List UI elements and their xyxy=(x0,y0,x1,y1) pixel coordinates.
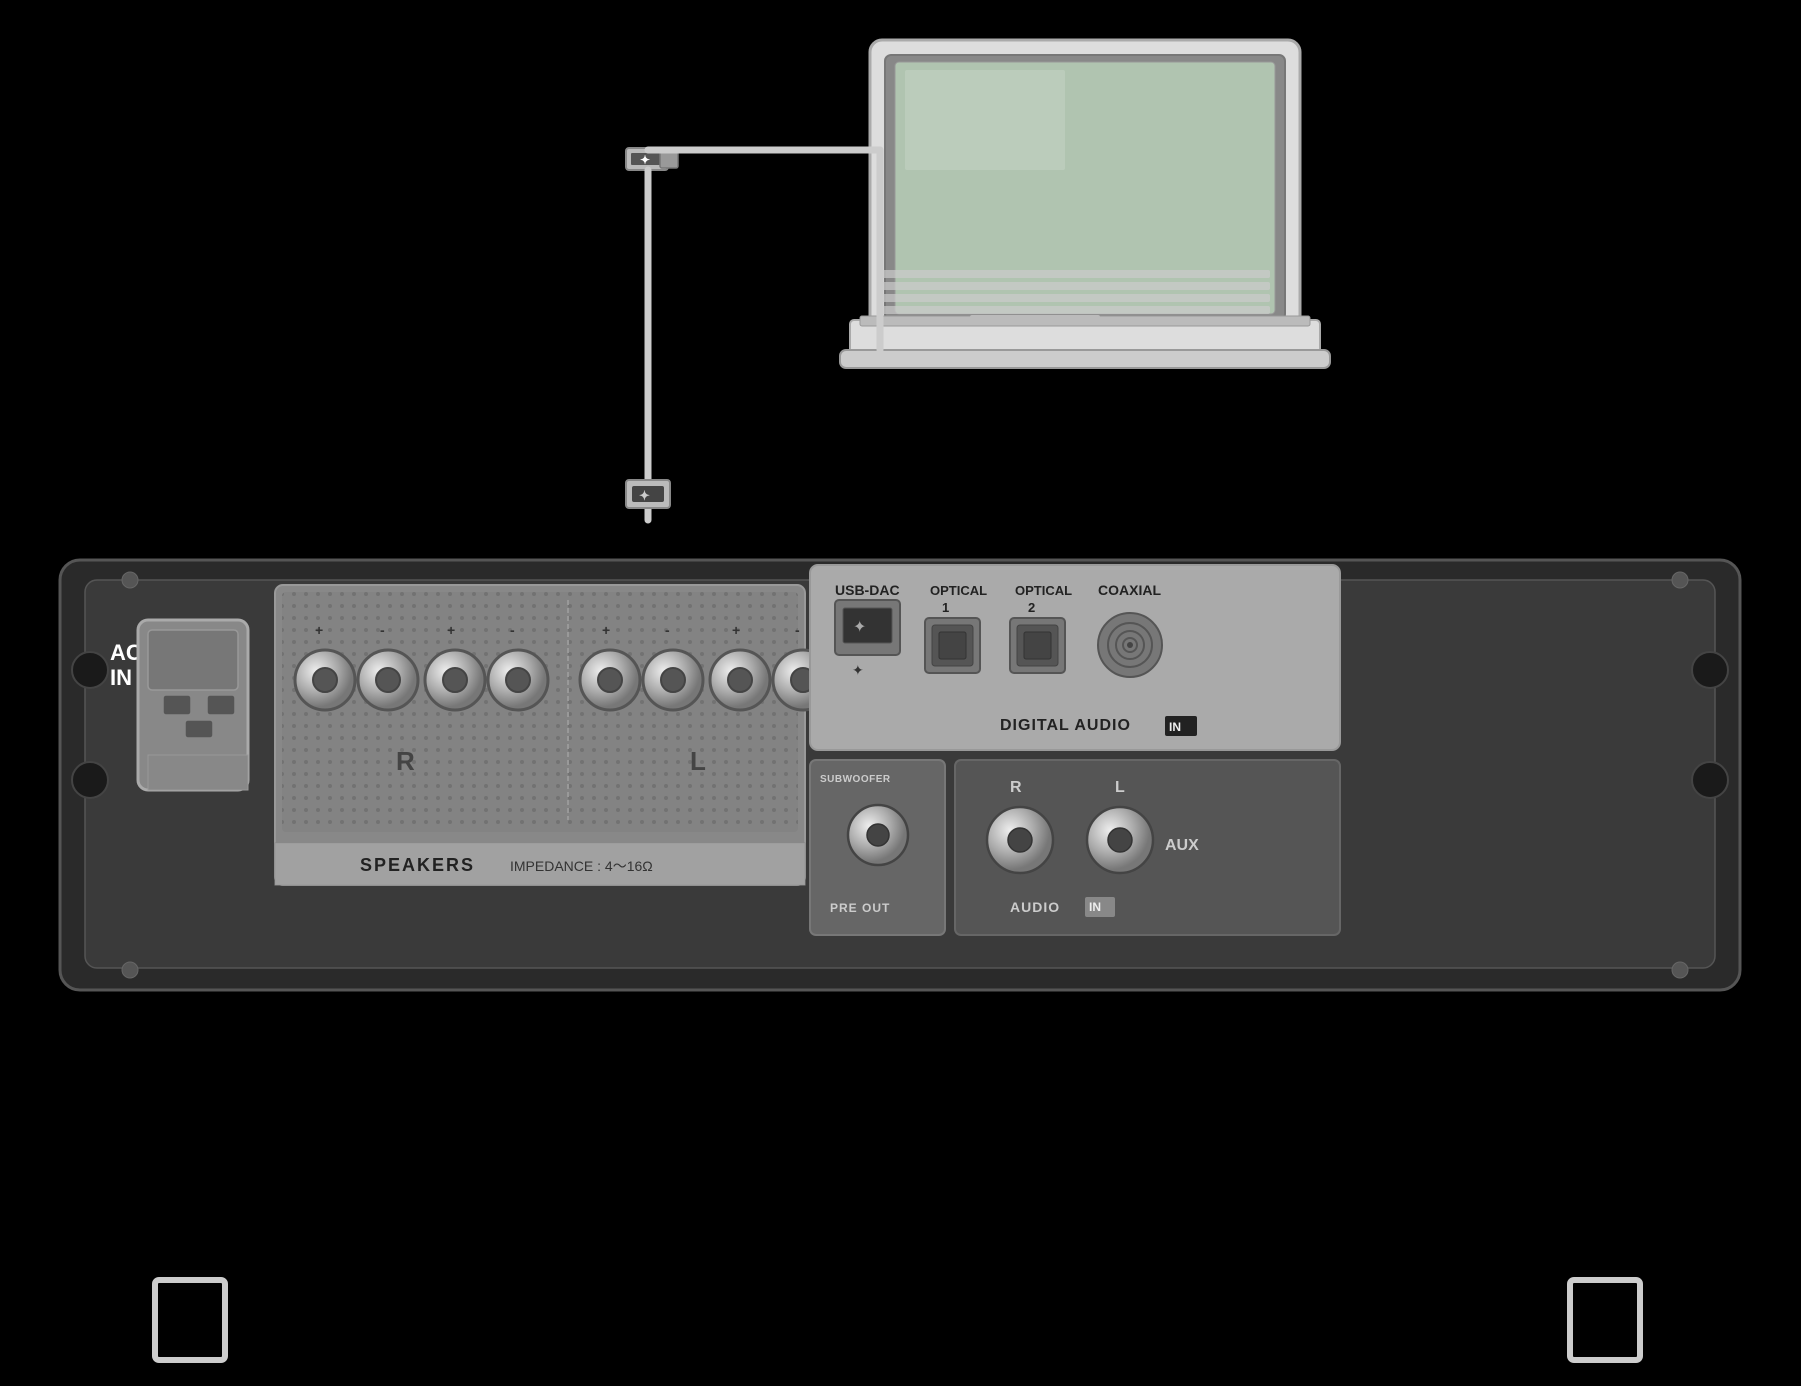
svg-text:✦: ✦ xyxy=(852,662,864,678)
svg-text:-: - xyxy=(380,622,385,638)
svg-text:R: R xyxy=(396,746,415,776)
svg-text:IN: IN xyxy=(1089,900,1101,914)
svg-text:✦: ✦ xyxy=(639,488,650,503)
optical1-label: OPTICAL xyxy=(930,583,987,598)
impedance-label: IMPEDANCE : 4～16Ω xyxy=(510,858,653,874)
usb-dac-label: USB-DAC xyxy=(835,582,900,598)
pre-out-label: PRE OUT xyxy=(830,901,890,915)
svg-text:-: - xyxy=(795,622,800,638)
optical2-label: OPTICAL xyxy=(1015,583,1072,598)
svg-text:-: - xyxy=(665,622,670,638)
svg-text:+: + xyxy=(447,622,455,638)
aux-label: AUX xyxy=(1165,837,1199,854)
digital-audio-label: DIGITAL AUDIO xyxy=(1000,717,1131,734)
svg-text:1: 1 xyxy=(942,600,949,615)
r-channel-label: R xyxy=(1010,779,1022,796)
svg-text:IN: IN xyxy=(110,665,132,690)
subwoofer-label: SUBWOOFER xyxy=(820,774,891,785)
svg-text:L: L xyxy=(690,746,706,776)
audio-label: AUDIO xyxy=(1010,899,1060,915)
l-channel-label: L xyxy=(1115,779,1125,796)
svg-text:-: - xyxy=(510,622,515,638)
ac-in-label: AC xyxy=(110,640,142,665)
svg-text:2: 2 xyxy=(1028,600,1035,615)
speakers-label: SPEAKERS xyxy=(360,855,475,875)
svg-text:+: + xyxy=(602,622,610,638)
svg-text:+: + xyxy=(315,622,323,638)
svg-text:+: + xyxy=(732,622,740,638)
svg-text:✦: ✦ xyxy=(640,153,650,167)
digital-in-badge: IN xyxy=(1169,720,1181,734)
svg-text:✦: ✦ xyxy=(853,619,866,636)
coaxial-label: COAXIAL xyxy=(1098,582,1161,598)
